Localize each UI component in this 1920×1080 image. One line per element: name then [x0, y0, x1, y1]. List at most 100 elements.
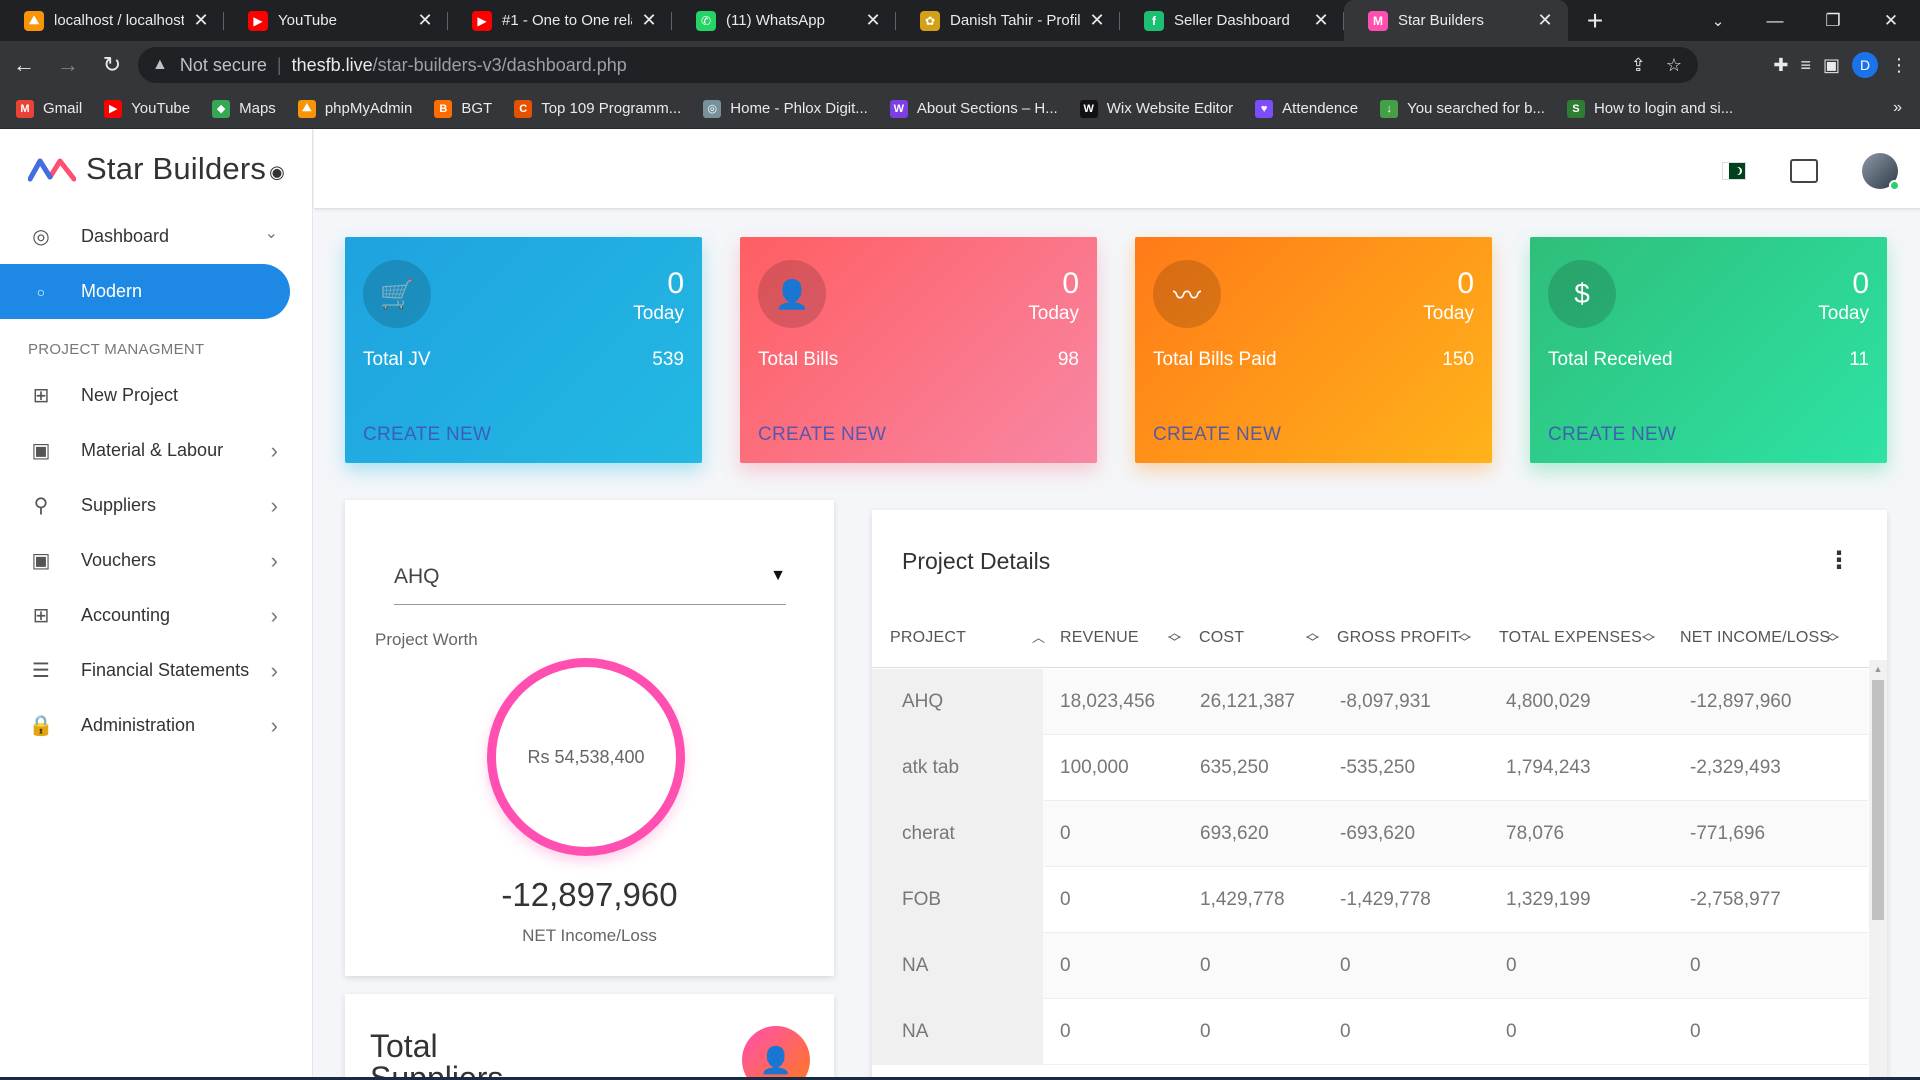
- stat-total: 539: [652, 349, 684, 370]
- sort-icon[interactable]: ︿ ﹀: [1642, 608, 1655, 668]
- chevron-right-icon: ›: [270, 712, 278, 738]
- table-scrollbar[interactable]: ▲: [1869, 660, 1887, 1080]
- forward-icon[interactable]: →: [48, 45, 88, 85]
- media-control-icon[interactable]: ≡: [1800, 55, 1811, 76]
- browser-tab[interactable]: ▶ #1 - One to One relati ✕: [448, 0, 672, 41]
- stat-card: 〰 0 Today Total Bills Paid 150 CREATE NEW: [1135, 237, 1492, 463]
- create-new-link[interactable]: CREATE NEW: [1548, 424, 1676, 446]
- column-header[interactable]: COST: [1199, 608, 1244, 668]
- bookmark-item[interactable]: ◎ Home - Phlox Digit...: [703, 99, 868, 118]
- user-avatar[interactable]: [1862, 153, 1900, 191]
- browser-menu-icon[interactable]: ⋮: [1890, 55, 1908, 76]
- column-header[interactable]: REVENUE: [1060, 608, 1139, 668]
- whatsapp-icon: ✆: [696, 10, 716, 31]
- address-bar[interactable]: ▲ Not secure | thesfb.live /star-builder…: [138, 47, 1698, 83]
- project-select[interactable]: AHQ ▼: [394, 555, 786, 605]
- share-icon[interactable]: ⇪: [1631, 55, 1646, 76]
- sidebar-item-suppliers[interactable]: ⚲ Suppliers ›: [0, 478, 312, 533]
- column-header[interactable]: GROSS PROFIT: [1337, 608, 1460, 668]
- bookmark-item[interactable]: B BGT: [434, 99, 492, 118]
- close-tab-icon[interactable]: ✕: [192, 10, 210, 31]
- table-cell: 0: [1340, 955, 1351, 976]
- sort-icon[interactable]: ︿ ﹀: [1168, 608, 1181, 668]
- minimize-icon[interactable]: —: [1746, 0, 1804, 41]
- table-row[interactable]: atk tab 100,000 635,250 -535,250 1,794,243 -2…: [872, 735, 1868, 801]
- bookmark-item[interactable]: C Top 109 Programm...: [514, 99, 682, 118]
- bookmark-label: Top 109 Programm...: [541, 100, 682, 117]
- table-cell: 1,329,199: [1506, 889, 1591, 910]
- close-tab-icon[interactable]: ✕: [1088, 10, 1106, 31]
- new-tab-button[interactable]: +: [1568, 0, 1622, 41]
- table-row[interactable]: AHQ 18,023,456 26,121,387 -8,097,931 4,800,0…: [872, 669, 1868, 735]
- reload-icon[interactable]: ↻: [92, 45, 132, 85]
- browser-tab[interactable]: M Star Builders ✕: [1344, 0, 1568, 41]
- bookmark-star-icon[interactable]: ☆: [1666, 55, 1682, 76]
- sort-icon[interactable]: ︿ ﹀: [1306, 608, 1319, 668]
- pakistan-flag-icon[interactable]: [1722, 162, 1746, 180]
- table-row[interactable]: cherat 0 693,620 -693,620 78,076 -771,696: [872, 801, 1868, 867]
- browser-tab[interactable]: ⛰ localhost / localhost | ✕: [0, 0, 224, 41]
- close-tab-icon[interactable]: ✕: [864, 10, 882, 31]
- close-tab-icon[interactable]: ✕: [640, 10, 658, 31]
- bookmark-item[interactable]: ◆ Maps: [212, 99, 276, 118]
- warning-icon: ▲: [152, 56, 168, 73]
- browser-tab[interactable]: ✿ Danish Tahir - Profile ✕: [896, 0, 1120, 41]
- scroll-up-icon[interactable]: ▲: [1869, 664, 1887, 674]
- bookmark-item[interactable]: W Wix Website Editor: [1079, 99, 1233, 118]
- profile-avatar[interactable]: D: [1852, 52, 1878, 78]
- stat-card: 🛒 0 Today Total JV 539 CREATE NEW: [345, 237, 702, 463]
- bookmark-item[interactable]: M Gmail: [16, 99, 83, 118]
- bookmark-item[interactable]: ↓ You searched for b...: [1380, 99, 1545, 118]
- brand[interactable]: Star Builders ◉: [0, 129, 312, 209]
- side-panel-icon[interactable]: ▣: [1823, 55, 1840, 76]
- stat-today-count: 0: [1457, 267, 1474, 300]
- bookmark-item[interactable]: S How to login and si...: [1566, 99, 1733, 118]
- browser-tab[interactable]: ▶ YouTube ✕: [224, 0, 448, 41]
- sidebar-item-vouchers[interactable]: ▣ Vouchers ›: [0, 533, 312, 588]
- bookmark-item[interactable]: ▶ YouTube: [104, 99, 190, 118]
- browser-tab[interactable]: f Seller Dashboard ✕: [1120, 0, 1344, 41]
- extensions-icon[interactable]: ✚: [1773, 55, 1788, 76]
- sidebar-item-modern[interactable]: ○ Modern: [0, 264, 290, 319]
- bookmark-item[interactable]: ⛰ phpMyAdmin: [297, 99, 412, 118]
- image-icon: ▣: [31, 550, 51, 572]
- sidebar-item-material-labour[interactable]: ▣ Material & Labour ›: [0, 423, 312, 478]
- sort-icon[interactable]: ︿ ﹀: [1826, 608, 1839, 668]
- close-tab-icon[interactable]: ✕: [1312, 10, 1330, 31]
- table-row[interactable]: NA 0 0 0 0 0: [872, 999, 1868, 1065]
- project-cell-bg: [872, 867, 1043, 933]
- browser-tab[interactable]: ✆ (11) WhatsApp ✕: [672, 0, 896, 41]
- bookmark-item[interactable]: ♥ Attendence: [1255, 99, 1358, 118]
- table-row[interactable]: FOB 0 1,429,778 -1,429,778 1,329,199 -2,758,9…: [872, 867, 1868, 933]
- tab-search-icon[interactable]: ⌄: [1698, 0, 1738, 41]
- sidebar-item-administration[interactable]: 🔒 Administration ›: [0, 698, 312, 753]
- more-bookmarks-icon[interactable]: »: [1893, 99, 1902, 117]
- column-header[interactable]: PROJECT: [890, 608, 966, 668]
- sidebar-item-new-project[interactable]: ⊞ New Project: [0, 368, 312, 423]
- restore-icon[interactable]: ❐: [1804, 0, 1862, 41]
- sidebar-item-label: New Project: [81, 385, 179, 405]
- close-tab-icon[interactable]: ✕: [416, 10, 434, 31]
- create-new-link[interactable]: CREATE NEW: [363, 424, 491, 446]
- close-tab-icon[interactable]: ✕: [1536, 10, 1554, 31]
- sidebar-item-dashboard[interactable]: ◎ Dashboard ⌄: [0, 209, 312, 264]
- bookmark-item[interactable]: W About Sections – H...: [889, 99, 1058, 118]
- sort-asc-icon[interactable]: ︿: [1032, 608, 1045, 668]
- chevron-right-icon: ›: [270, 492, 278, 518]
- create-new-link[interactable]: CREATE NEW: [758, 424, 886, 446]
- column-header[interactable]: TOTAL EXPENSES: [1499, 608, 1642, 668]
- sidebar-item-financial-statements[interactable]: ☰ Financial Statements ›: [0, 643, 312, 698]
- close-window-icon[interactable]: ✕: [1862, 0, 1920, 41]
- fullscreen-icon[interactable]: [1790, 159, 1818, 183]
- column-header[interactable]: NET INCOME/LOSS: [1680, 608, 1830, 668]
- table-row[interactable]: NA 0 0 0 0 0: [872, 933, 1868, 999]
- total-suppliers-title: Total Suppliers: [370, 1028, 504, 1080]
- sort-icon[interactable]: ︿ ﹀: [1458, 608, 1471, 668]
- more-options-icon[interactable]: ⋮: [1827, 546, 1851, 575]
- create-new-link[interactable]: CREATE NEW: [1153, 424, 1281, 446]
- project-cell-bg: [872, 669, 1043, 735]
- sidebar-item-accounting[interactable]: ⊞ Accounting ›: [0, 588, 312, 643]
- back-icon[interactable]: ←: [4, 45, 44, 85]
- scrollbar-thumb[interactable]: [1872, 680, 1884, 920]
- bookmark-label: Gmail: [43, 100, 83, 117]
